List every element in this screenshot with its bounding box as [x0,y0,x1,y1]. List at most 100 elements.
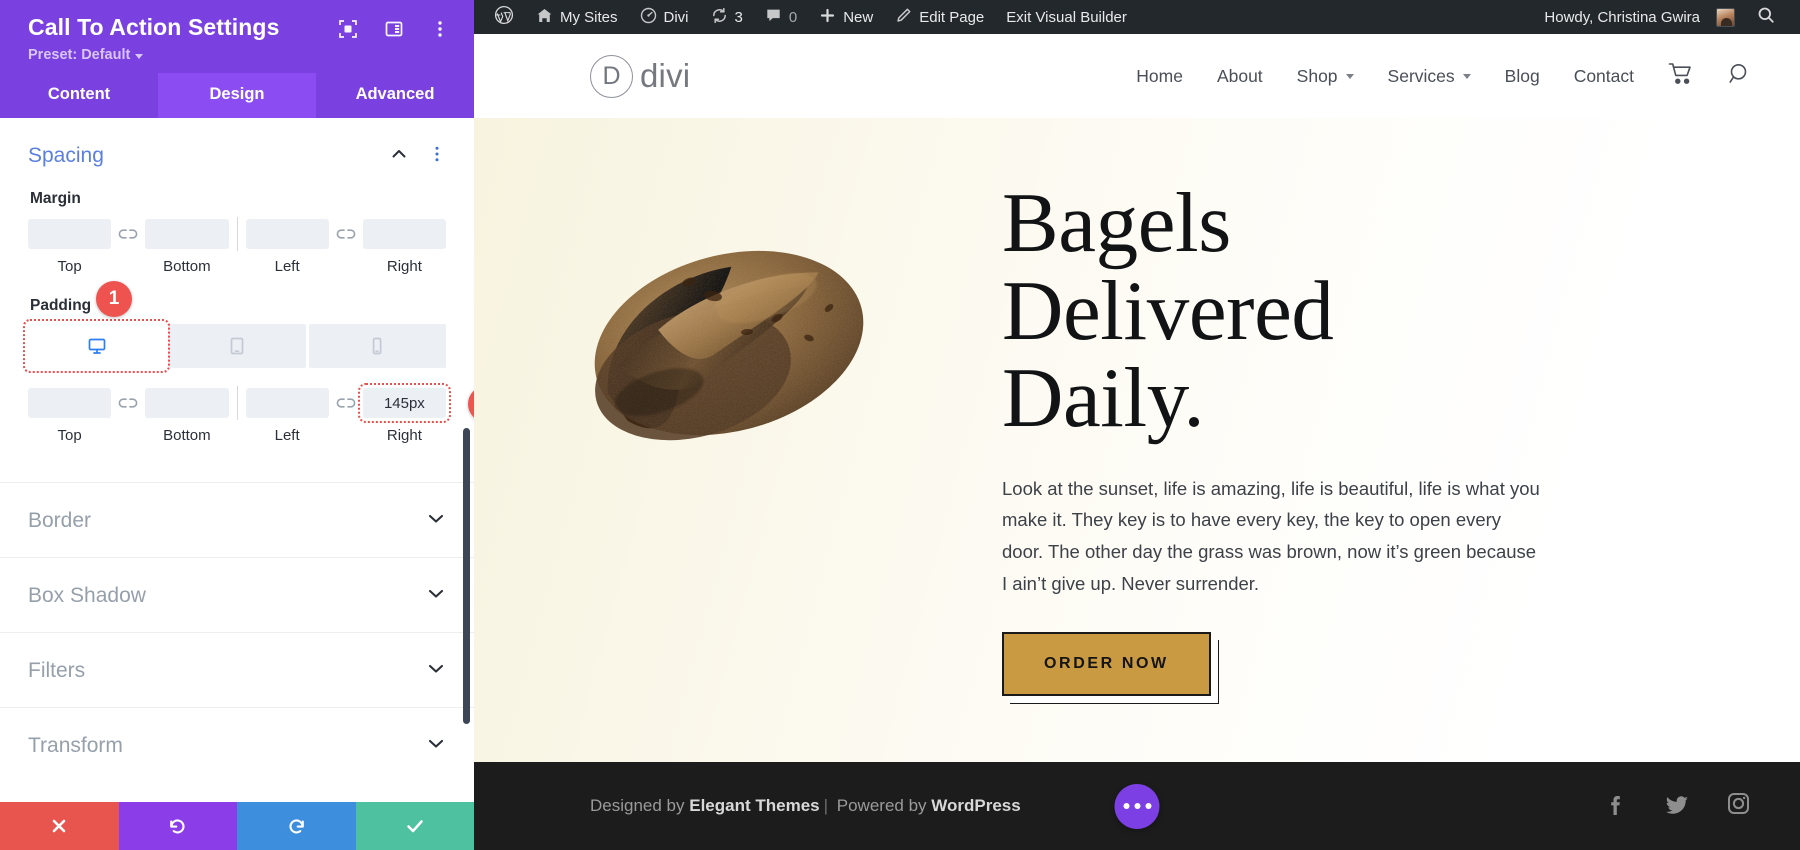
footer-credit-middle: Powered by [832,796,932,815]
chevron-up-icon[interactable] [390,145,408,168]
adminbar-divi[interactable]: Divi [629,0,700,34]
accordion-border[interactable]: Border [0,482,474,557]
site-logo[interactable]: D divi [590,54,691,98]
adminbar-new[interactable]: New [808,0,884,34]
nav-item-shop[interactable]: Shop [1297,66,1354,87]
settings-panel-scrollbar[interactable] [463,428,470,725]
padding-left-input[interactable] [245,388,329,419]
adminbar-comments-count: 0 [788,8,798,26]
undo-button[interactable] [118,802,237,850]
cart-icon[interactable] [1668,62,1694,91]
sites-icon [536,7,553,28]
tab-design[interactable]: Design [158,73,316,119]
accordion-transform-label: Transform [28,733,123,757]
spacing-section-header[interactable]: Spacing [0,118,474,184]
nav-item-services[interactable]: Services [1388,66,1471,87]
margin-right-label: Right [386,258,422,276]
adminbar-edit-page-label: Edit Page [919,8,985,26]
margin-link-top-bottom-icon[interactable] [111,227,145,241]
adminbar-wordpress-logo[interactable] [488,0,525,34]
primary-menu: Home About Shop Services Blog Contact [1136,66,1634,87]
hero-heading: Bagels Delivered Daily. [1002,179,1760,443]
nav-item-home[interactable]: Home [1136,66,1183,87]
fab-dot-icon [1123,803,1129,809]
divi-menu-fab[interactable] [1114,783,1160,829]
accordion-box-shadow[interactable]: Box Shadow [0,557,474,632]
redo-button[interactable] [237,802,356,850]
padding-divider [236,386,238,421]
more-vertical-icon[interactable] [430,19,450,39]
margin-top-label: Top [57,258,82,276]
footer-brand-elegant-themes[interactable]: Elegant Themes [689,796,819,815]
accordion-filters[interactable]: Filters [0,632,474,707]
spacing-more-vertical-icon[interactable] [428,145,446,168]
padding-field-group: Padding 1 145px Top Bottom Left Right [0,281,474,445]
preset-selector[interactable]: Preset: Default [28,47,454,63]
cancel-button[interactable] [0,802,119,850]
app-root: Call To Action Settings Preset: Default … [0,0,1800,850]
nav-icon-group [1668,62,1752,91]
adminbar-comments[interactable]: 0 [754,0,808,34]
padding-right-input[interactable]: 145px [357,383,452,424]
margin-bottom-input[interactable] [145,219,229,250]
adminbar-howdy-label: Howdy, Christina Gwira [1544,8,1700,26]
plus-icon [819,7,836,28]
twitter-icon[interactable] [1663,790,1691,823]
adminbar-edit-page[interactable]: Edit Page [884,0,995,34]
layout-icon[interactable] [384,19,404,39]
tab-content[interactable]: Content [0,73,158,119]
search-icon[interactable] [1728,62,1752,91]
margin-left-input[interactable] [245,219,329,250]
search-icon [1757,6,1775,28]
padding-device-tablet[interactable] [168,324,306,369]
pencil-icon [895,7,912,28]
accordion-box-shadow-label: Box Shadow [28,583,146,607]
accordion-transform[interactable]: Transform [0,707,474,782]
tab-advanced[interactable]: Advanced [316,73,474,119]
padding-top-input[interactable] [28,388,112,419]
hero-section: Bagels Delivered Daily. Look at the suns… [474,118,1800,762]
logo-circle-icon: D [590,54,633,98]
adminbar-my-sites[interactable]: My Sites [525,0,629,34]
chevron-down-icon [1462,73,1471,79]
adminbar-new-label: New [843,8,874,26]
artisan-bread-loaf-image [594,250,864,441]
padding-device-phone[interactable] [308,324,446,369]
padding-device-desktop[interactable] [22,319,171,374]
logo-text: divi [640,57,691,94]
padding-device-toggle [22,319,446,374]
footer-credit: Designed by Elegant Themes | Powered by W… [590,796,1021,816]
nav-item-contact-label: Contact [1573,65,1634,86]
adminbar-account[interactable]: Howdy, Christina Gwira [1538,0,1746,34]
chevron-down-icon [426,733,446,758]
accordion-border-label: Border [28,508,92,532]
chevron-down-icon [135,53,144,59]
margin-label: Margin [30,190,81,208]
nav-item-about[interactable]: About [1217,66,1263,87]
padding-link-left-right-icon[interactable] [329,396,363,410]
hero-heading-line-2: Delivered [1002,263,1334,358]
margin-link-left-right-icon[interactable] [329,227,363,241]
adminbar-search-button[interactable] [1746,0,1786,34]
adminbar-exit-visual-builder[interactable]: Exit Visual Builder [995,0,1138,34]
padding-bottom-input[interactable] [145,388,229,419]
chevron-down-icon [426,583,446,608]
margin-top-input[interactable] [28,219,112,250]
facebook-icon[interactable] [1603,790,1629,823]
instagram-icon[interactable] [1725,790,1752,822]
save-button[interactable] [355,802,474,850]
nav-item-blog[interactable]: Blog [1505,66,1540,87]
adminbar-updates[interactable]: 3 [700,0,754,34]
footer-brand-wordpress[interactable]: WordPress [931,796,1020,815]
site-footer: Designed by Elegant Themes | Powered by W… [474,762,1800,850]
order-now-button[interactable]: ORDER NOW [1002,631,1211,696]
hero-paragraph: Look at the sunset, life is amazing, lif… [1002,477,1540,595]
nav-item-contact[interactable]: Contact [1574,66,1634,87]
margin-right-input[interactable] [362,219,446,250]
padding-link-top-bottom-icon[interactable] [111,396,145,410]
accordion-filters-label: Filters [28,658,86,682]
settings-panel-title: Call To Action Settings [28,14,280,40]
focus-icon[interactable] [338,19,358,39]
adminbar-my-sites-label: My Sites [560,8,618,26]
padding-top-label: Top [57,427,82,445]
